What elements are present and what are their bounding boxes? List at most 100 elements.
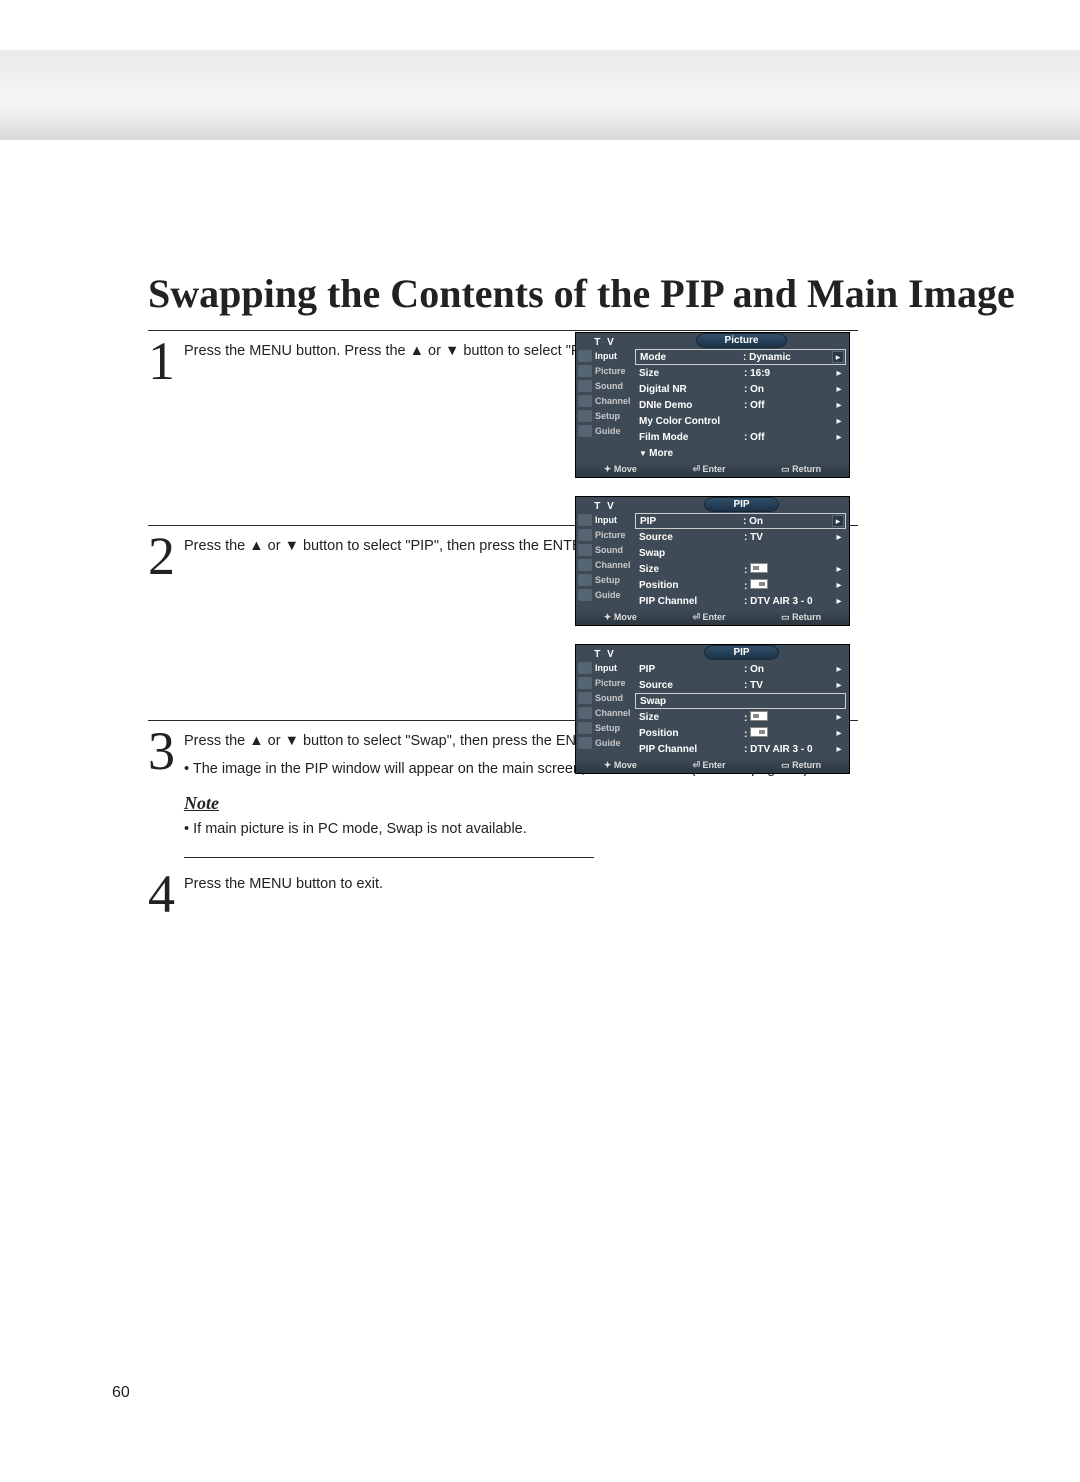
setup-icon — [578, 410, 592, 422]
note-heading: Note — [184, 793, 858, 813]
sound-icon — [578, 544, 592, 556]
input-icon — [578, 662, 592, 674]
sidebar-item-sound[interactable]: Sound — [578, 692, 632, 704]
hint-enter: ⏎ Enter — [692, 760, 725, 771]
guide-icon — [578, 737, 592, 749]
sidebar-item-channel[interactable]: Channel — [578, 559, 632, 571]
osd-menu: PIP: On▸ Source: TV▸ Swap Size: ▸ Positi… — [634, 512, 849, 610]
picture-icon — [578, 365, 592, 377]
hint-return: ▭ Return — [781, 760, 821, 771]
chevron-right-icon: ▸ — [832, 564, 846, 575]
osd-tv-label: T V — [576, 498, 634, 512]
menu-row-size[interactable]: Size: 16:9▸ — [635, 365, 846, 381]
osd-column: T V Picture Input Picture Sound Channel … — [575, 332, 850, 792]
osd-title-chip: PIP — [704, 497, 778, 512]
channel-icon — [578, 559, 592, 571]
position-icon — [750, 727, 768, 737]
chevron-right-icon: ▸ — [832, 384, 846, 395]
chevron-right-icon: ▸ — [832, 400, 846, 411]
channel-icon — [578, 707, 592, 719]
step-number: 2 — [148, 532, 184, 714]
hint-move: ✦ Move — [604, 464, 637, 475]
setup-icon — [578, 574, 592, 586]
menu-row-pipchannel[interactable]: PIP Channel: DTV AIR 3 - 0▸ — [635, 741, 846, 757]
hint-move: ✦ Move — [604, 612, 637, 623]
header-band — [0, 50, 1080, 140]
menu-row-mode[interactable]: Mode: Dynamic▸ — [635, 349, 846, 365]
sidebar-item-guide[interactable]: Guide — [578, 425, 632, 437]
chevron-right-icon: ▸ — [832, 580, 846, 591]
menu-row-pip[interactable]: PIP: On▸ — [635, 661, 846, 677]
hint-enter: ⏎ Enter — [692, 612, 725, 623]
step-3-note: If main picture is in PC mode, Swap is n… — [184, 819, 858, 839]
menu-row-dnie[interactable]: DNIe Demo: Off▸ — [635, 397, 846, 413]
sidebar-item-guide[interactable]: Guide — [578, 737, 632, 749]
osd-sidebar: Input Picture Sound Channel Setup Guide — [576, 512, 634, 610]
size-icon — [750, 711, 768, 721]
sidebar-item-channel[interactable]: Channel — [578, 707, 632, 719]
osd-footer: ✦ Move ⏎ Enter ▭ Return — [576, 610, 849, 625]
sound-icon — [578, 692, 592, 704]
sound-icon — [578, 380, 592, 392]
picture-icon — [578, 529, 592, 541]
page-title: Swapping the Contents of the PIP and Mai… — [148, 270, 1015, 317]
hint-enter: ⏎ Enter — [692, 464, 725, 475]
chevron-right-icon: ▸ — [832, 416, 846, 427]
sidebar-item-input[interactable]: Input — [578, 662, 632, 674]
input-icon — [578, 514, 592, 526]
hint-return: ▭ Return — [781, 464, 821, 475]
short-divider — [184, 857, 594, 858]
channel-icon — [578, 395, 592, 407]
input-icon — [578, 350, 592, 362]
chevron-right-icon: ▸ — [832, 712, 846, 723]
osd-tv-label: T V — [576, 646, 634, 660]
sidebar-item-picture[interactable]: Picture — [578, 529, 632, 541]
sidebar-item-input[interactable]: Input — [578, 350, 632, 362]
picture-icon — [578, 677, 592, 689]
menu-row-swap[interactable]: Swap — [635, 545, 846, 561]
menu-row-position[interactable]: Position: ▸ — [635, 577, 846, 593]
page-number: 60 — [112, 1384, 130, 1402]
sidebar-item-picture[interactable]: Picture — [578, 677, 632, 689]
sidebar-item-setup[interactable]: Setup — [578, 410, 632, 422]
menu-row-size[interactable]: Size: ▸ — [635, 561, 846, 577]
menu-row-position[interactable]: Position: ▸ — [635, 725, 846, 741]
osd-pip-2: T V PIP Input Picture Sound Channel Setu… — [575, 644, 850, 774]
guide-icon — [578, 589, 592, 601]
osd-menu: PIP: On▸ Source: TV▸ Swap Size: ▸ Positi… — [634, 660, 849, 758]
osd-title-chip: PIP — [704, 645, 778, 660]
osd-title-chip: Picture — [696, 333, 788, 348]
menu-row-mcc[interactable]: My Color Control▸ — [635, 413, 846, 429]
chevron-right-icon: ▸ — [832, 680, 846, 691]
chevron-right-icon: ▸ — [832, 532, 846, 543]
step-4-text: Press the MENU button to exit. — [184, 874, 858, 894]
menu-row-source[interactable]: Source: TV▸ — [635, 529, 846, 545]
menu-row-more[interactable]: More — [635, 445, 846, 461]
menu-row-source[interactable]: Source: TV▸ — [635, 677, 846, 693]
sidebar-item-input[interactable]: Input — [578, 514, 632, 526]
chevron-right-icon: ▸ — [832, 432, 846, 443]
osd-sidebar: Input Picture Sound Channel Setup Guide — [576, 660, 634, 758]
hint-return: ▭ Return — [781, 612, 821, 623]
sidebar-item-sound[interactable]: Sound — [578, 544, 632, 556]
osd-sidebar: Input Picture Sound Channel Setup Guide — [576, 348, 634, 462]
sidebar-item-setup[interactable]: Setup — [578, 574, 632, 586]
chevron-right-icon: ▸ — [832, 728, 846, 739]
menu-row-size[interactable]: Size: ▸ — [635, 709, 846, 725]
menu-row-pipchannel[interactable]: PIP Channel: DTV AIR 3 - 0▸ — [635, 593, 846, 609]
osd-pip-1: T V PIP Input Picture Sound Channel Setu… — [575, 496, 850, 626]
menu-row-film[interactable]: Film Mode: Off▸ — [635, 429, 846, 445]
sidebar-item-setup[interactable]: Setup — [578, 722, 632, 734]
menu-row-pip[interactable]: PIP: On▸ — [635, 513, 846, 529]
chevron-right-icon: ▸ — [832, 664, 846, 675]
sidebar-item-picture[interactable]: Picture — [578, 365, 632, 377]
sidebar-item-sound[interactable]: Sound — [578, 380, 632, 392]
size-icon — [750, 563, 768, 573]
chevron-right-icon: ▸ — [832, 744, 846, 755]
sidebar-item-guide[interactable]: Guide — [578, 589, 632, 601]
menu-row-dnr[interactable]: Digital NR: On▸ — [635, 381, 846, 397]
osd-footer: ✦ Move ⏎ Enter ▭ Return — [576, 462, 849, 477]
step-number: 3 — [148, 727, 184, 864]
sidebar-item-channel[interactable]: Channel — [578, 395, 632, 407]
menu-row-swap[interactable]: Swap — [635, 693, 846, 709]
